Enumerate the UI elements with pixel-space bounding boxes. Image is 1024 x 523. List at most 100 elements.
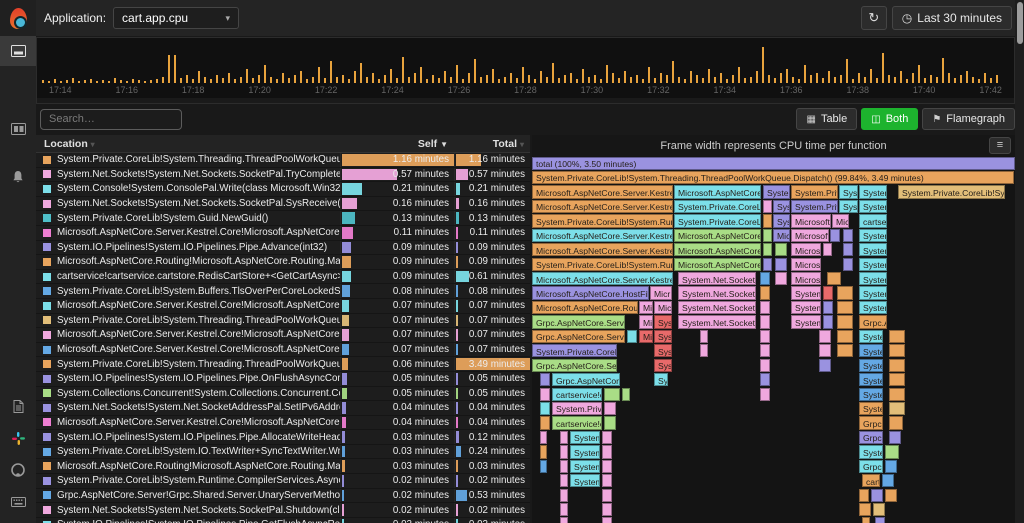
table-row[interactable]: System.Collections.Concurrent!System.Col… [36, 386, 530, 402]
flamegraph-frame[interactable]: System.Private.CoreLib!System. [898, 185, 1005, 199]
table-row[interactable]: System.Private.CoreLib!System.Threading.… [36, 313, 530, 329]
table-row[interactable]: System.IO.Pipelines!System.IO.Pipelines.… [36, 371, 530, 387]
flamegraph-frame[interactable]: Micre [654, 300, 672, 315]
flamegraph-frame[interactable]: System.F [859, 243, 887, 257]
table-row[interactable]: Microsoft.AspNetCore.Server.Kestrel.Core… [36, 298, 530, 314]
flamegraph-frame[interactable]: System.F [859, 401, 883, 416]
flamegraph-frame[interactable]: Grpc.AspNetCore.Se [552, 373, 620, 387]
flamegraph-frame[interactable]: System [570, 459, 600, 473]
flamegraph-frame[interactable] [889, 373, 905, 387]
flamegraph-frame[interactable] [885, 459, 897, 473]
flamegraph-frame[interactable]: Micros [773, 228, 790, 242]
flamegraph-frame[interactable] [760, 373, 770, 387]
search-input[interactable] [40, 108, 182, 130]
flamegraph-frame[interactable]: System [570, 474, 600, 488]
flamegraph-frame[interactable]: System.Private. [552, 401, 602, 416]
flamegraph-frame[interactable] [602, 430, 612, 445]
flamegraph-frame[interactable] [885, 445, 899, 459]
column-header-self[interactable]: Self ▼ [340, 138, 454, 150]
flamegraph-frame[interactable]: Grpc.AspNetCore.Server!Gr [532, 315, 625, 329]
flamegraph-frame[interactable] [760, 286, 770, 300]
scrollbar-thumb[interactable] [1016, 2, 1023, 44]
flamegraph-frame[interactable] [889, 401, 905, 416]
flamegraph-frame[interactable]: System.F [859, 228, 887, 242]
flamegraph-frame[interactable] [622, 387, 630, 401]
flamegraph-frame[interactable]: Micr [639, 300, 653, 315]
flamegraph-frame[interactable]: Syster [773, 199, 790, 214]
flamegraph-frame[interactable]: System.F [859, 373, 883, 387]
flamegraph-frame[interactable]: Microsoft.AspNetCore.Server.Kestrel.Core… [532, 272, 673, 286]
view-button-flamegraph[interactable]: ⚑ Flamegraph [922, 108, 1015, 130]
view-button-table[interactable]: ▦ Table [796, 108, 858, 130]
table-row[interactable]: cartservice!cartservice.cartstore.RedisC… [36, 269, 530, 285]
flamegraph-frame[interactable]: System.P [859, 185, 887, 199]
application-select[interactable]: cart.app.cpu ▾ [113, 7, 240, 29]
flamegraph-frame[interactable] [560, 517, 568, 523]
flamegraph-frame[interactable]: System [570, 445, 600, 459]
sidebar-item-docs[interactable] [0, 391, 36, 421]
flamegraph-frame[interactable] [837, 315, 853, 329]
flamegraph-frame[interactable] [763, 228, 772, 242]
flamegraph-frame[interactable]: System.C [570, 430, 600, 445]
flamegraph-frame[interactable]: Syste [839, 199, 858, 214]
flamegraph-menu-button[interactable]: ≡ [989, 137, 1011, 154]
flamegraph-frame[interactable]: System.Private.CoreLib!System.Runtime.Co [532, 257, 673, 271]
flamegraph-frame[interactable]: System.F [859, 358, 883, 372]
flamegraph-frame[interactable]: Syste [654, 344, 672, 358]
flamegraph-frame[interactable] [823, 243, 832, 257]
table-row[interactable]: Microsoft.AspNetCore.Server.Kestrel.Core… [36, 328, 530, 343]
flamegraph-frame[interactable]: Microsoft.Asp [791, 214, 831, 228]
flamegraph-frame[interactable]: System. [791, 315, 821, 329]
flamegraph-frame[interactable] [889, 344, 905, 358]
flamegraph-frame[interactable] [837, 300, 853, 315]
flamegraph-frame[interactable] [823, 315, 833, 329]
flamegraph-frame[interactable] [602, 503, 612, 517]
table-row[interactable]: System.Net.Sockets!System.Net.Sockets.So… [36, 503, 530, 518]
flamegraph-frame[interactable] [775, 257, 787, 271]
flamegraph-frame[interactable] [843, 228, 853, 242]
flamegraph-frame[interactable]: Microsoft.AspNetCore.Routir [532, 300, 638, 315]
flamegraph-frame[interactable] [763, 257, 772, 271]
flamegraph-frame[interactable] [540, 416, 550, 430]
flamegraph-frame[interactable] [889, 430, 901, 445]
table-row[interactable]: Microsoft.AspNetCore.Server.Kestrel.Core… [36, 415, 530, 431]
flamegraph-frame[interactable] [871, 488, 883, 502]
flamegraph-frame[interactable] [827, 272, 841, 286]
sidebar-item-comparison-view[interactable] [0, 114, 36, 144]
flamegraph-frame[interactable] [843, 243, 853, 257]
table-row[interactable]: System.IO.Pipelines!System.IO.Pipelines.… [36, 517, 530, 523]
flamegraph-frame[interactable] [760, 329, 770, 344]
flamegraph-frame[interactable]: System.F [859, 272, 887, 286]
flamegraph-frame[interactable] [540, 445, 547, 459]
flamegraph-frame[interactable] [602, 488, 612, 502]
table-row[interactable]: System.Private.CoreLib!System.Threading.… [36, 153, 530, 168]
flamegraph-frame[interactable] [819, 358, 831, 372]
flamegraph-frame[interactable] [760, 344, 770, 358]
table-row[interactable]: Grpc.AspNetCore.Server!Grpc.Shared.Serve… [36, 488, 530, 504]
flamegraph-frame[interactable]: Microsoft.AspNetCore. [674, 185, 761, 199]
flamegraph-frame[interactable]: System.Net.Sockets!Sy [678, 315, 756, 329]
flamegraph-frame[interactable] [889, 416, 903, 430]
flamegraph-frame[interactable]: System.Net.Sockets!Sy [678, 272, 756, 286]
flamegraph-frame[interactable]: cartservice!cart [552, 387, 602, 401]
flamegraph-frame[interactable]: Microsoft.AspNetCore. [674, 257, 761, 271]
flamegraph-frame[interactable]: Syste [839, 185, 858, 199]
flamegraph-frame[interactable] [540, 459, 547, 473]
flamegraph-frame[interactable] [873, 503, 885, 517]
flamegraph-frame[interactable] [859, 503, 871, 517]
flamegraph-frame[interactable] [862, 517, 870, 523]
flamegraph-frame[interactable]: Micr [639, 315, 653, 329]
flamegraph-frame[interactable] [560, 430, 568, 445]
table-row[interactable]: System.Private.CoreLib!System.Guid.NewGu… [36, 211, 530, 226]
flamegraph-frame[interactable] [540, 401, 550, 416]
flamegraph-frame[interactable] [604, 387, 620, 401]
flamegraph-frame[interactable] [843, 257, 853, 271]
flamegraph-frame[interactable] [560, 503, 568, 517]
flamegraph-frame[interactable]: Microsoft.AspNetCore. [674, 228, 761, 242]
flamegraph-frame[interactable]: Grpc. [859, 430, 883, 445]
flamegraph-frame[interactable] [882, 474, 894, 488]
flamegraph-frame[interactable] [604, 401, 616, 416]
flamegraph-frame[interactable] [760, 315, 770, 329]
flamegraph-frame[interactable]: System.Net.Sockets!Sy [678, 286, 756, 300]
flamegraph-frame[interactable]: System.Private.CoreLib [674, 199, 761, 214]
